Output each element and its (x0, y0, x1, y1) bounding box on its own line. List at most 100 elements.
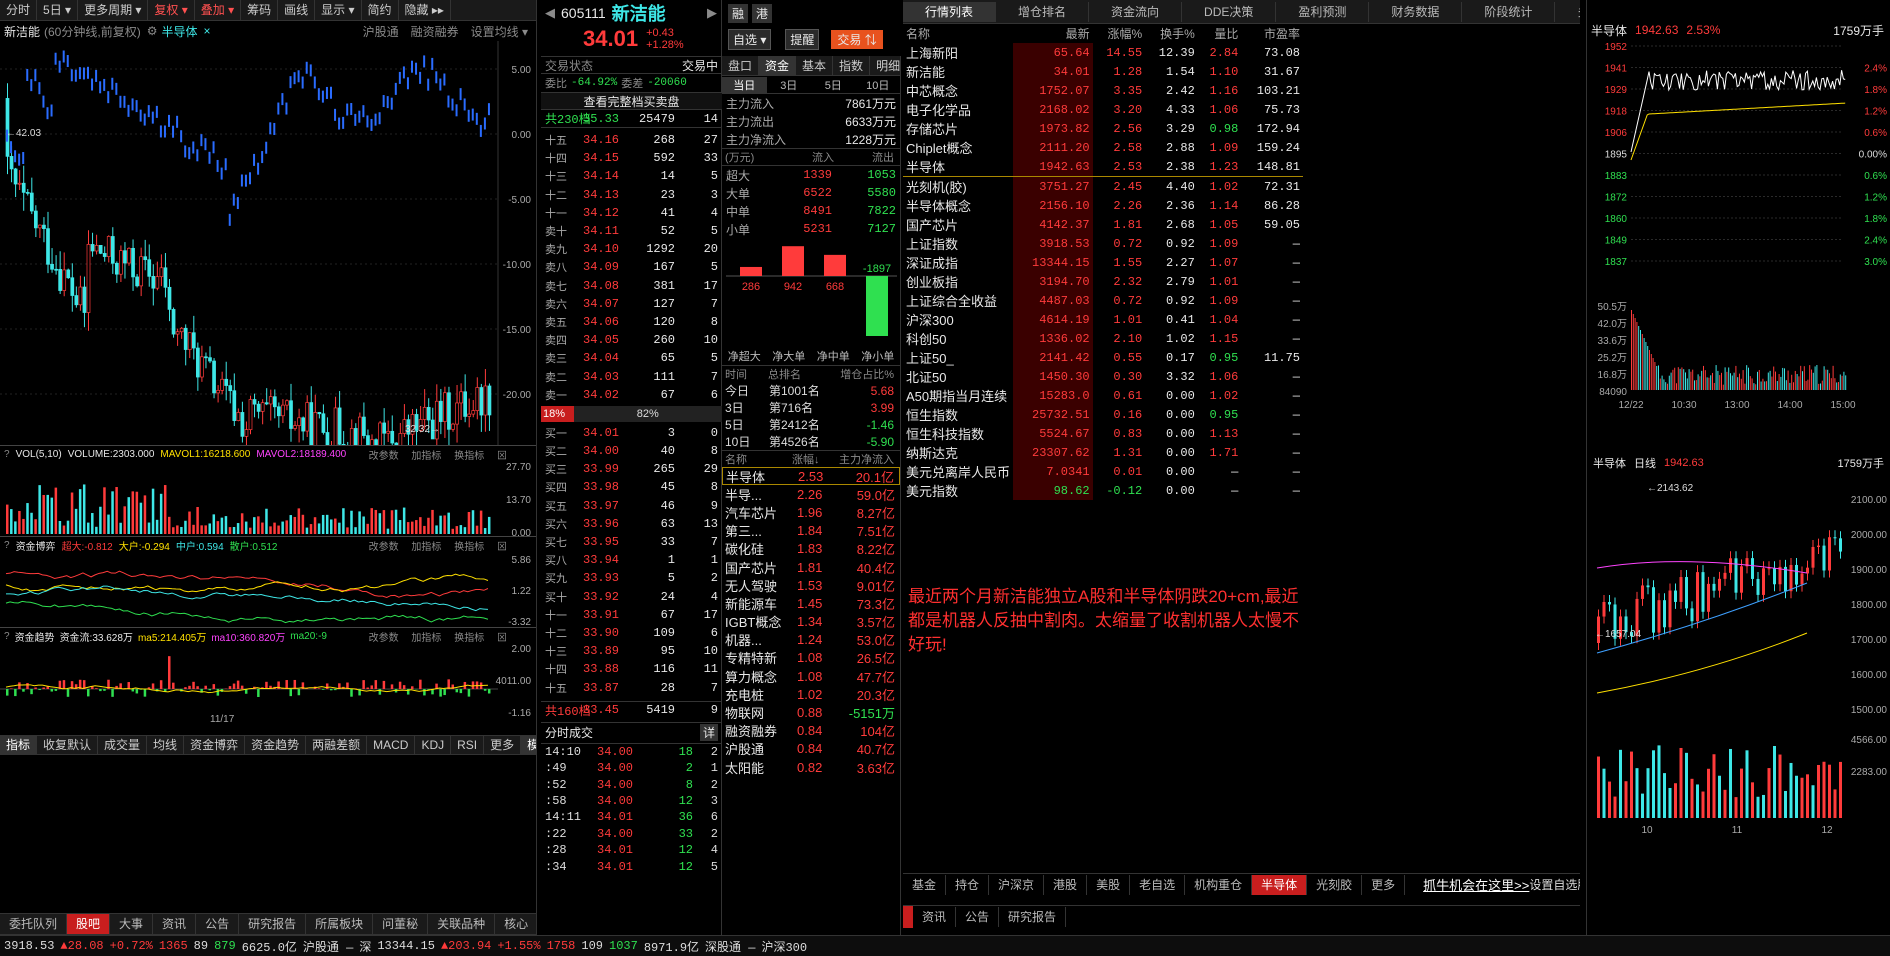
sector-row[interactable]: 物联网 0.88 -5151万 (722, 703, 900, 721)
market-header-cell[interactable]: 量比 (1198, 24, 1242, 43)
market-row[interactable]: 上海新阳 65.64 14.55 12.39 2.84 73.08 (903, 43, 1303, 62)
indicator-tab[interactable]: 模板 (521, 735, 536, 755)
market-row[interactable]: 上证综合全收益 4487.03 0.72 0.92 1.09 — (903, 291, 1303, 310)
toolbar-item[interactable]: 画线 (278, 0, 316, 20)
market-header-cell[interactable]: 市盈率 (1241, 24, 1303, 43)
overlay-name[interactable]: 半导体 (161, 23, 197, 40)
gear-icon[interactable]: ⚙ (147, 24, 158, 38)
market-row[interactable]: 深证成指 13344.15 1.55 2.27 1.07 — (903, 253, 1303, 272)
expand-icon[interactable] (903, 905, 913, 928)
market-tab[interactable]: DDE决策 (1182, 1, 1277, 22)
ticks-detail-button[interactable]: 详 (699, 724, 718, 742)
ask-level[interactable]: 卖三 34.04 65 5 (541, 349, 722, 367)
ask-level[interactable]: 卖六 34.07 127 7 (541, 295, 722, 313)
indicator-tab[interactable]: RSI (451, 735, 485, 755)
bid-level[interactable]: 买七 33.95 33 7 (541, 533, 722, 551)
bid-level[interactable]: 十一 33.91 67 17 (541, 606, 722, 624)
bid-level[interactable]: 十二 33.90 109 6 (541, 624, 722, 642)
sector-row[interactable]: 融资融券 0.84 104亿 (722, 722, 900, 740)
market-header-cell[interactable]: 名称 (903, 24, 1013, 43)
sector-row[interactable]: 新能源车 1.45 73.3亿 (722, 594, 900, 612)
indicator-tab[interactable]: 资金趋势 (245, 735, 307, 755)
indicator-tab[interactable]: 成交量 (98, 735, 148, 755)
market-row[interactable]: A50期指当月连续 15283.0 0.61 0.00 1.02 — (903, 386, 1303, 405)
bid-level[interactable]: 买三 33.99 265 29 (541, 460, 722, 478)
zjbk-tools[interactable]: 改参数 加指标 换指标 ⊠ (369, 538, 536, 553)
indicator-tab[interactable]: 更多 (484, 735, 522, 755)
watchlist-tab[interactable]: 机构重仓 (1185, 874, 1253, 895)
indicator-tab[interactable]: 指标 (0, 735, 38, 755)
indicator-tab[interactable]: 两融差额 (306, 735, 368, 755)
watchlist-tab[interactable]: 半导体 (1252, 874, 1308, 895)
market-tab[interactable]: 行情列表 (903, 1, 997, 22)
ask-level[interactable]: 卖八 34.09 167 5 (541, 258, 722, 276)
margin-badge[interactable]: 融 (728, 3, 749, 23)
fund-tab[interactable]: 盘口 (722, 56, 760, 76)
market-row[interactable]: 创业板指 3194.70 2.32 2.79 1.01 — (903, 272, 1303, 291)
sector-row[interactable]: 汽车芯片 1.96 8.27亿 (722, 503, 900, 521)
fund-tab[interactable]: 指数 (833, 56, 871, 76)
news-tab[interactable]: 资讯 (913, 906, 957, 927)
toolbar-item[interactable]: 隐藏 ▸▸ (399, 0, 451, 20)
indicator-tab[interactable]: 资金博弈 (184, 735, 246, 755)
sector-row[interactable]: 半导... 2.26 59.0亿 (722, 485, 900, 503)
watchlist-tab[interactable]: 老自选 (1130, 874, 1186, 895)
vol-tools[interactable]: 改参数 加指标 换指标 ⊠ (369, 447, 536, 462)
market-row[interactable]: 美元兑离岸人民币 7.0341 0.01 0.00 — — (903, 462, 1303, 481)
bottom-tab[interactable]: 股吧 (67, 914, 111, 934)
sector-row[interactable]: 充电桩 1.02 20.3亿 (722, 685, 900, 703)
sector-row[interactable]: 太阳能 0.82 3.63亿 (722, 758, 900, 776)
sector-row[interactable]: 算力概念 1.08 47.7亿 (722, 667, 900, 685)
market-row[interactable]: Chiplet概念 2111.20 2.58 2.88 1.09 159.24 (903, 138, 1303, 157)
bottom-tab[interactable]: 委托队列 (0, 914, 68, 934)
fund-tab[interactable]: 明细 (870, 56, 900, 76)
promo-link[interactable]: 抓牛机会在这里>> (1423, 875, 1529, 894)
toolbar-item[interactable]: 分时 (0, 0, 38, 20)
indicator-tab[interactable]: 收复默认 (37, 735, 99, 755)
toolbar-item[interactable]: 复权 ▾ (148, 0, 195, 20)
toolbar-item[interactable]: 叠加 ▾ (195, 0, 242, 20)
bid-level[interactable]: 买五 33.97 46 9 (541, 497, 722, 515)
trade-button[interactable]: 交易 ⇅ (831, 29, 883, 49)
market-row[interactable]: 中芯概念 1752.07 3.35 2.42 1.16 103.21 (903, 81, 1303, 100)
watchlist-tab[interactable]: 港股 (1044, 874, 1088, 895)
fund-day-tab[interactable]: 5日 (811, 77, 856, 93)
zjqs-tools[interactable]: 改参数 加指标 换指标 ⊠ (369, 629, 536, 644)
fund-tab[interactable]: 基本 (796, 56, 834, 76)
indicator-tab[interactable]: MACD (367, 735, 416, 755)
ask-level[interactable]: 十一 34.12 41 4 (541, 204, 722, 222)
fund-day-tab[interactable]: 3日 (767, 77, 812, 93)
toolbar-item[interactable]: 更多周期 ▾ (78, 0, 149, 20)
bottom-tab[interactable]: 问董秘 (373, 914, 429, 934)
toolbar-item[interactable]: 5日 ▾ (37, 0, 79, 20)
market-row[interactable]: 恒生科技指数 5524.67 0.83 0.00 1.13 — (903, 424, 1303, 443)
indicator-tab[interactable]: 均线 (147, 735, 185, 755)
bottom-tab[interactable]: 所属板块 (306, 914, 374, 934)
market-row[interactable]: 新洁能 34.01 1.28 1.54 1.10 31.67 (903, 62, 1303, 81)
prev-stock-icon[interactable]: ◀ (545, 5, 555, 21)
settings-link[interactable]: 设置自选股 (1529, 876, 1580, 893)
bid-level[interactable]: 买四 33.98 45 8 (541, 478, 722, 496)
bottom-tab[interactable]: 资讯 (153, 914, 197, 934)
watchlist-tab[interactable]: 更多 (1362, 874, 1406, 895)
market-tab[interactable]: 财务数据 (1369, 1, 1463, 22)
market-row[interactable]: 半导体 1942.63 2.53 2.38 1.23 148.81 (903, 157, 1303, 177)
news-tab[interactable]: 公告 (956, 906, 1000, 927)
market-row[interactable]: 半导体概念 2156.10 2.26 2.36 1.14 86.28 (903, 196, 1303, 215)
full-book-link[interactable]: 查看完整档买卖盘 (541, 92, 722, 110)
close-overlay-icon[interactable]: × (203, 24, 210, 38)
ask-level[interactable]: 卖九 34.10 1292 20 (541, 240, 722, 258)
sector-row[interactable]: 碳化硅 1.83 8.22亿 (722, 540, 900, 558)
market-row[interactable]: 国产芯片 4142.37 1.81 2.68 1.05 59.05 (903, 215, 1303, 234)
chart-link[interactable]: 沪股通 (363, 23, 399, 40)
bid-level[interactable]: 买二 34.00 40 8 (541, 442, 722, 460)
watchlist-tab[interactable]: 美股 (1087, 874, 1131, 895)
market-tab[interactable]: 阶段统计 (1462, 1, 1556, 22)
sector-row[interactable]: 无人驾驶 1.53 9.01亿 (722, 576, 900, 594)
ask-level[interactable]: 卖一 34.02 67 6 (541, 386, 722, 404)
hk-badge[interactable]: 港 (752, 3, 773, 23)
market-row[interactable]: 光刻机(胶) 3751.27 2.45 4.40 1.02 72.31 (903, 176, 1303, 196)
market-row[interactable]: 纳斯达克 23307.62 1.31 0.00 1.71 — (903, 443, 1303, 462)
volume-chart[interactable]: 27.70 13.70 0.00 (0, 462, 537, 536)
bid-level[interactable]: 十四 33.88 116 11 (541, 660, 722, 678)
